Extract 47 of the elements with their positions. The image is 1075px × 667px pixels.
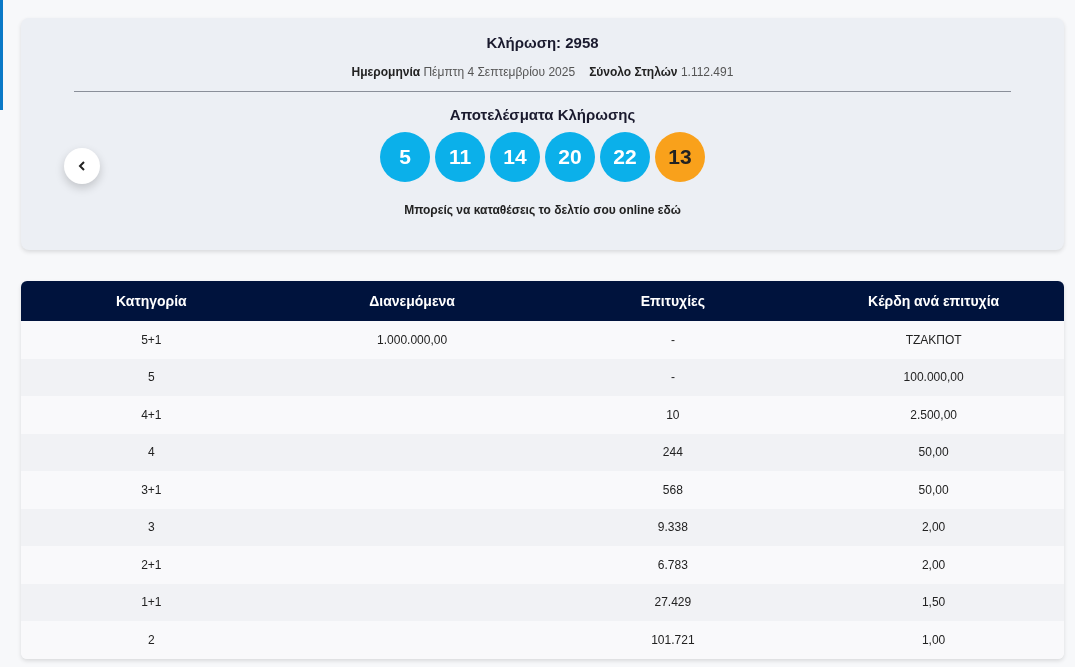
online-text: Μπορείς να καταθέσεις το δελτίο σου online εδώ (404, 203, 681, 217)
date-label: Ημερομηνία (351, 65, 421, 79)
columns-label: Σύνολο Στηλών (589, 65, 678, 79)
previous-button[interactable] (64, 148, 100, 184)
table-cell: 5 (148, 370, 155, 385)
number-ball: 14 (490, 132, 540, 182)
table-cell: 4 (148, 445, 155, 460)
column-header: Επιτυχίες (542, 281, 804, 321)
column-header: Κατηγορία (21, 281, 282, 321)
number-ball: 20 (545, 132, 595, 182)
table-cell: 101.721 (651, 632, 695, 647)
table-cell: 1,50 (921, 595, 946, 610)
table-cell: 50,00 (918, 445, 949, 460)
table-cell: 5+1 (141, 332, 162, 347)
table-cell: 3+1 (141, 482, 162, 497)
number-ball: 5 (380, 132, 430, 182)
table-cell: 100.000,00 (903, 370, 964, 385)
table-cell: 1,00 (921, 632, 946, 647)
table-cell: 2+1 (141, 557, 162, 572)
table-cell: 4+1 (141, 407, 162, 422)
table-cell: 10 (666, 407, 680, 422)
table-cell: 2,00 (921, 520, 946, 535)
number-ball: 11 (435, 132, 485, 182)
table-cell: 244 (662, 445, 683, 460)
table-cell: 2,00 (921, 557, 946, 572)
table-cell: 50,00 (918, 482, 949, 497)
table-cell: 2.500,00 (910, 407, 957, 422)
table-cell: 9.338 (657, 520, 688, 535)
results-title: Αποτελέσματα Κλήρωσης (449, 106, 636, 123)
chevron-left-icon (78, 161, 86, 171)
table-cell: 1.000.000,00 (377, 332, 448, 347)
number-ball: 22 (600, 132, 650, 182)
column-header: Κέρδη ανά επιτυχία (803, 281, 1064, 321)
table-cell: 568 (662, 482, 683, 497)
draw-title: Κλήρωση: 2958 (486, 34, 599, 51)
table-cell: 2 (148, 632, 155, 647)
table-cell: - (670, 370, 675, 385)
table-cell: - (670, 332, 675, 347)
table-cell: 27.429 (654, 595, 692, 610)
table-cell: ΤΖΑΚΠΟΤ (905, 332, 962, 347)
date-value: Πέμπτη 4 Σεπτεμβρίου 2025 (423, 65, 576, 79)
column-header: Διανεμόμενα (281, 281, 543, 321)
table-cell: 3 (148, 520, 155, 535)
columns-value: 1.112.491 (680, 65, 734, 79)
table-cell: 6.783 (657, 557, 688, 572)
number-ball: 13 (655, 132, 705, 182)
table-cell: 1+1 (141, 595, 162, 610)
